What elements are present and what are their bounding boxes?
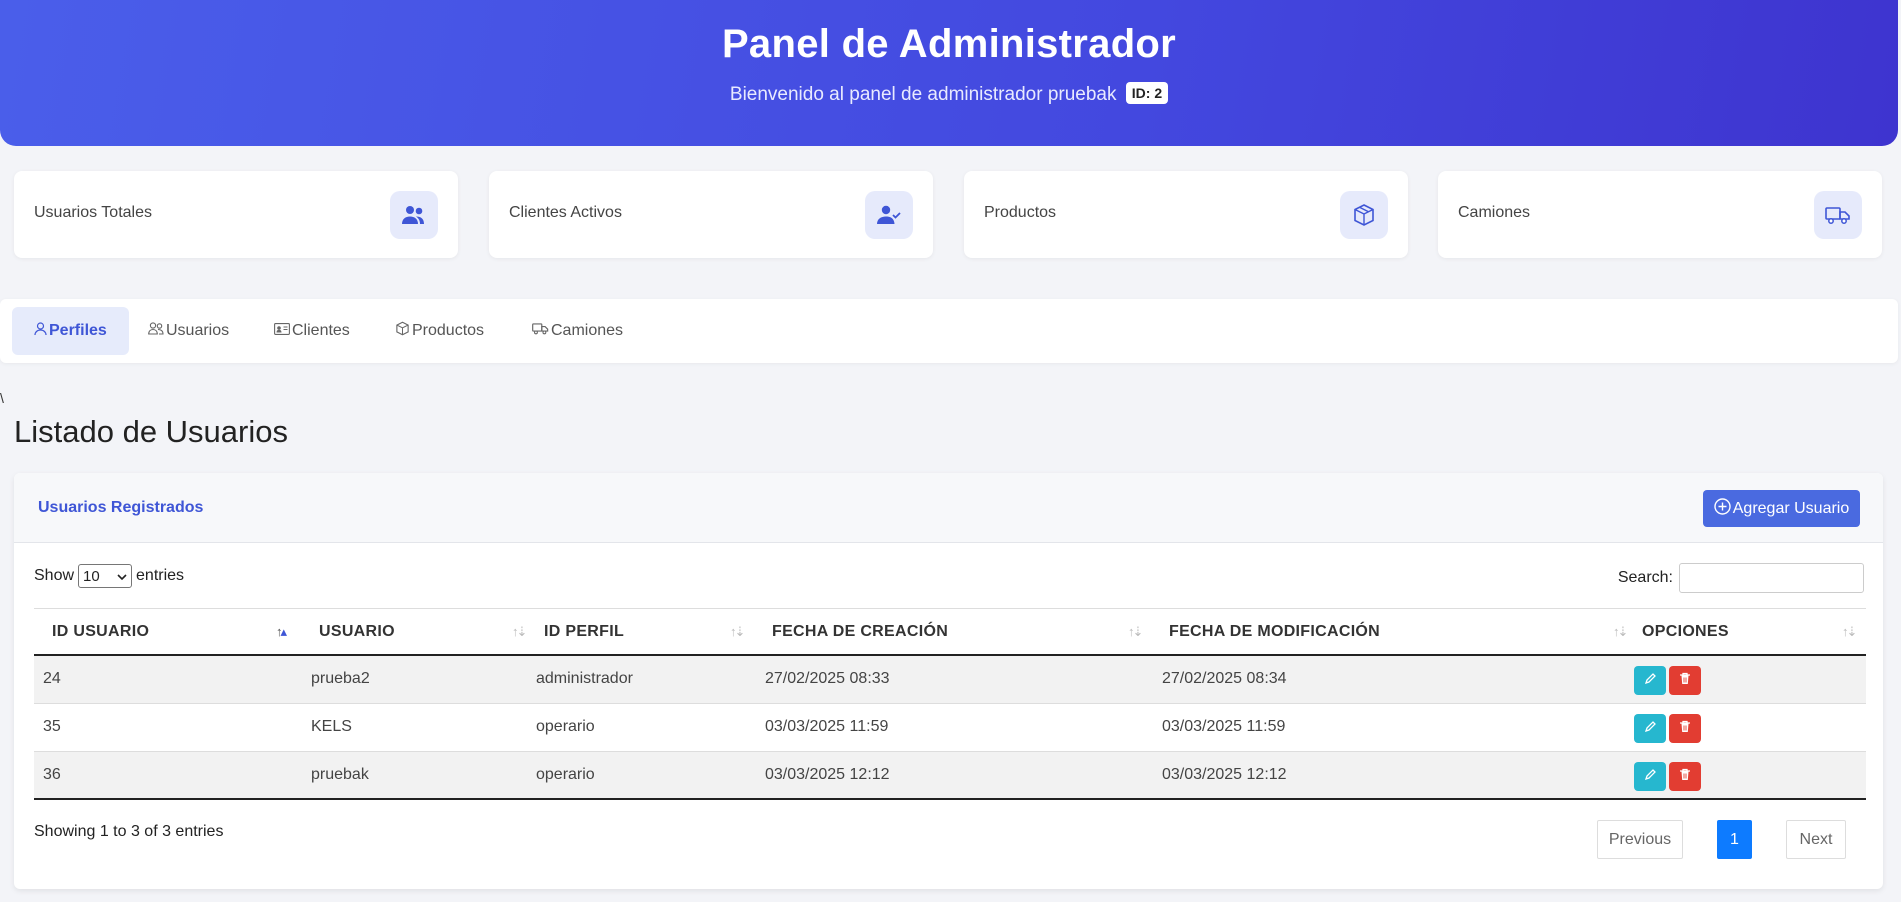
tab-clientes[interactable]: Clientes bbox=[252, 307, 372, 355]
search-input[interactable] bbox=[1679, 563, 1864, 593]
tab-label: Perfiles bbox=[49, 322, 107, 339]
cell-id: 35 bbox=[43, 718, 61, 735]
column-header-fecha-creacion[interactable]: FECHA DE CREACIÓN bbox=[772, 623, 948, 641]
user-id-badge: ID: 2 bbox=[1125, 82, 1169, 104]
add-user-button[interactable]: Agregar Usuario bbox=[1703, 490, 1860, 527]
tab-label: Clientes bbox=[292, 322, 350, 339]
pencil-icon bbox=[1644, 720, 1657, 738]
stat-card-usuarios: Usuarios Totales bbox=[14, 171, 458, 258]
card-header: Usuarios Registrados Agregar Usuario bbox=[14, 473, 1883, 543]
truck-icon bbox=[532, 322, 549, 340]
column-header-id-perfil[interactable]: ID PERFIL bbox=[544, 623, 624, 641]
person-icon bbox=[34, 321, 47, 341]
pencil-icon bbox=[1644, 672, 1657, 690]
show-label: Show bbox=[34, 567, 75, 584]
pagination-previous[interactable]: Previous bbox=[1597, 820, 1683, 859]
column-header-usuario[interactable]: USUARIO bbox=[319, 623, 395, 641]
delete-button[interactable] bbox=[1669, 666, 1701, 695]
tab-productos[interactable]: Productos bbox=[373, 307, 506, 355]
table-header: ID USUARIO ↑▴ USUARIO ↑⇣ ID PERFIL ↑⇣ FE… bbox=[34, 608, 1866, 656]
cell-fecha-modificacion: 27/02/2025 08:34 bbox=[1162, 670, 1287, 687]
stat-card-camiones: Camiones bbox=[1438, 171, 1882, 258]
box-icon bbox=[1340, 191, 1388, 239]
delete-button[interactable] bbox=[1669, 714, 1701, 743]
sort-icon: ↑⇣ bbox=[730, 624, 745, 639]
entries-label: entries bbox=[136, 567, 185, 584]
cell-fecha-creacion: 03/03/2025 12:12 bbox=[765, 766, 890, 783]
cell-id: 36 bbox=[43, 766, 61, 783]
tab-perfiles[interactable]: Perfiles bbox=[12, 307, 129, 355]
tab-label: Productos bbox=[412, 322, 485, 339]
cell-fecha-creacion: 27/02/2025 08:33 bbox=[765, 670, 890, 687]
table-row: 36 pruebak operario 03/03/2025 12:12 03/… bbox=[34, 752, 1866, 800]
nav-tabs: Perfiles Usuarios Clientes Productos Cam… bbox=[0, 299, 1898, 363]
cell-id: 24 bbox=[43, 670, 61, 687]
stat-label: Usuarios Totales bbox=[34, 204, 152, 221]
stat-label: Camiones bbox=[1458, 204, 1531, 221]
stray-character: \ bbox=[0, 390, 4, 406]
entries-value: 10 bbox=[83, 567, 100, 585]
card-title: Usuarios Registrados bbox=[38, 499, 204, 516]
cell-usuario: pruebak bbox=[311, 766, 369, 783]
cell-fecha-modificacion: 03/03/2025 12:12 bbox=[1162, 766, 1287, 783]
stat-label: Productos bbox=[984, 204, 1057, 221]
users-table: ID USUARIO ↑▴ USUARIO ↑⇣ ID PERFIL ↑⇣ FE… bbox=[34, 608, 1866, 800]
page-title: Listado de Usuarios bbox=[14, 414, 288, 449]
edit-button[interactable] bbox=[1634, 666, 1666, 695]
table-search: Search: bbox=[1618, 563, 1864, 593]
page-header-title: Panel de Administrador bbox=[721, 22, 1177, 66]
tab-label: Usuarios bbox=[166, 322, 230, 339]
add-user-label: Agregar Usuario bbox=[1732, 499, 1850, 517]
cell-usuario: KELS bbox=[311, 718, 352, 735]
id-card-icon bbox=[274, 322, 290, 340]
entries-length: Show 10 entries bbox=[34, 564, 184, 588]
cell-perfil: administrador bbox=[536, 670, 633, 687]
sort-asc-icon: ↑▴ bbox=[276, 624, 287, 639]
plus-circle-icon bbox=[1714, 497, 1731, 520]
cell-usuario: prueba2 bbox=[311, 670, 370, 687]
users-card: Usuarios Registrados Agregar Usuario Sho… bbox=[14, 473, 1883, 889]
cell-perfil: operario bbox=[536, 718, 595, 735]
sort-icon: ↑⇣ bbox=[1128, 624, 1143, 639]
users-icon bbox=[390, 191, 438, 239]
truck-icon bbox=[1814, 191, 1862, 239]
cell-perfil: operario bbox=[536, 766, 595, 783]
column-header-opciones[interactable]: OPCIONES bbox=[1642, 623, 1729, 641]
sort-icon: ↑⇣ bbox=[512, 624, 527, 639]
stat-label: Clientes Activos bbox=[509, 204, 622, 221]
trash-icon bbox=[1679, 768, 1691, 786]
sort-icon: ↑⇣ bbox=[1613, 624, 1628, 639]
page-header: Panel de Administrador Bienvenido al pan… bbox=[0, 0, 1898, 146]
column-header-fecha-modificacion[interactable]: FECHA DE MODIFICACIÓN bbox=[1169, 623, 1380, 641]
stat-card-productos: Productos bbox=[964, 171, 1408, 258]
tab-camiones[interactable]: Camiones bbox=[510, 307, 645, 355]
tab-label: Camiones bbox=[551, 322, 624, 339]
stat-card-clientes: Clientes Activos bbox=[489, 171, 933, 258]
chevron-down-icon bbox=[117, 568, 127, 585]
pagination-next[interactable]: Next bbox=[1786, 820, 1846, 859]
trash-icon bbox=[1679, 672, 1691, 690]
sort-icon: ↑⇣ bbox=[1842, 624, 1857, 639]
edit-button[interactable] bbox=[1634, 714, 1666, 743]
entries-select[interactable]: 10 bbox=[78, 564, 133, 588]
table-row: 35 KELS operario 03/03/2025 11:59 03/03/… bbox=[34, 704, 1866, 752]
edit-button[interactable] bbox=[1634, 762, 1666, 791]
table-info: Showing 1 to 3 of 3 entries bbox=[34, 823, 224, 840]
search-label: Search: bbox=[1617, 569, 1673, 586]
pagination-page-1[interactable]: 1 bbox=[1717, 820, 1752, 859]
welcome-text: Bienvenido al panel de administrador pru… bbox=[0, 82, 1898, 106]
cell-fecha-creacion: 03/03/2025 11:59 bbox=[765, 718, 889, 735]
delete-button[interactable] bbox=[1669, 762, 1701, 791]
welcome-message: Bienvenido al panel de administrador pru… bbox=[729, 84, 1117, 105]
column-header-id-usuario[interactable]: ID USUARIO bbox=[52, 623, 149, 641]
box-icon bbox=[395, 321, 410, 341]
tab-usuarios[interactable]: Usuarios bbox=[126, 307, 251, 355]
pencil-icon bbox=[1644, 768, 1657, 786]
user-check-icon bbox=[865, 191, 913, 239]
cell-fecha-modificacion: 03/03/2025 11:59 bbox=[1162, 718, 1286, 735]
table-row: 24 prueba2 administrador 27/02/2025 08:3… bbox=[34, 656, 1866, 704]
people-icon bbox=[148, 322, 164, 340]
trash-icon bbox=[1679, 720, 1691, 738]
